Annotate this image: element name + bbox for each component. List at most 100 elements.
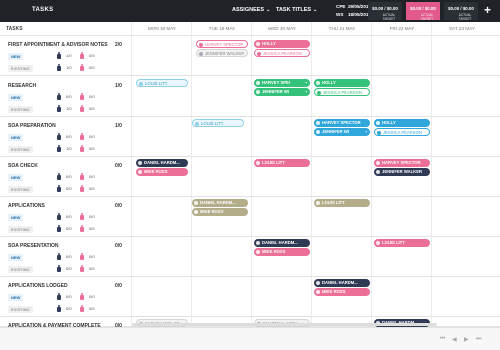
- task-row[interactable]: FIRST APPOINTMENT & ADVISOR NOTES 2/0 NEW 1…: [0, 36, 500, 76]
- task-row-ratio: 2/0: [115, 42, 122, 48]
- assignment-chip-label: HARVEY SPECTOR: [205, 42, 244, 47]
- female-count: 0/0: [89, 186, 95, 191]
- female-icon: [80, 105, 84, 112]
- assignment-chip[interactable]: MIKE ROSS: [192, 208, 248, 216]
- status-dot-icon: [194, 210, 198, 214]
- next-page-icon[interactable]: ▶: [464, 336, 469, 343]
- task-row-ratio: 1/0: [115, 83, 122, 89]
- female-count: 0/0: [89, 214, 95, 219]
- female-count: 0/0: [89, 254, 95, 259]
- last-page-icon[interactable]: ⏭: [476, 336, 481, 343]
- assignment-chip[interactable]: JENNIFER WI ▪: [314, 128, 370, 136]
- assignment-chip[interactable]: DANIEL HARDM...: [192, 199, 248, 207]
- male-icon: [57, 213, 61, 220]
- assignment-chip[interactable]: LOUIS LITT: [136, 79, 188, 87]
- bottom-bar: ⏮ ◀ ▶ ⏭: [0, 327, 500, 350]
- male-count: 0/0: [66, 214, 72, 219]
- assignment-chip-label: HARVEY SPECTOR: [382, 160, 421, 165]
- task-row[interactable]: APPLICATIONS 0/0 NEW 0/0 0/0 EXISTING 0/0 0/0: [0, 197, 500, 237]
- assignment-chip[interactable]: DANIEL HARDM...: [254, 239, 310, 247]
- assignment-chip[interactable]: LOUIS LITT: [314, 199, 370, 207]
- money-summary-2: $0.00 / $0.00 ACTUAL TARGET: [406, 2, 440, 21]
- existing-badge: EXISTING: [8, 186, 33, 193]
- day-label: THU 21 MAY: [328, 26, 356, 31]
- assignment-chip[interactable]: HARVEY SPECTOR: [196, 40, 248, 48]
- lock-icon: ▪: [305, 80, 307, 85]
- female-count: 0/0: [89, 53, 95, 58]
- assignment-chip[interactable]: MIKE ROSS: [136, 168, 188, 176]
- assignment-chip[interactable]: JENNIFER WALKER: [374, 168, 430, 176]
- assignment-chip[interactable]: HOLLY: [254, 40, 310, 48]
- female-icon: [80, 213, 84, 220]
- status-dot-icon: [256, 90, 260, 94]
- female-icon: [80, 52, 84, 59]
- assignment-chip[interactable]: JENNIFER WALKER: [196, 49, 248, 57]
- female-count: 0/0: [89, 174, 95, 179]
- female-icon: [80, 225, 84, 232]
- status-dot-icon: [257, 52, 261, 56]
- female-icon: [80, 64, 84, 71]
- assignment-chip[interactable]: HOLLY: [374, 119, 430, 127]
- female-icon: [80, 265, 84, 272]
- status-dot-icon: [376, 161, 380, 165]
- assignment-chip[interactable]: JESSICA PEARSON: [254, 49, 310, 57]
- add-icon[interactable]: +: [484, 3, 491, 17]
- assignment-chip-label: MIKE ROSS: [144, 169, 168, 174]
- female-icon: [80, 185, 84, 192]
- female-icon: [80, 133, 84, 140]
- assignees-dropdown[interactable]: ASSIGNEES ⌄: [232, 7, 270, 13]
- prev-page-icon[interactable]: ◀: [452, 336, 457, 343]
- status-dot-icon: [194, 201, 198, 205]
- task-row-name: RESEARCH: [8, 83, 37, 89]
- top-bar: TASKS ASSIGNEES ⌄ TASK TITLES ⌄ CPE 29/05/2…: [0, 0, 500, 22]
- task-row[interactable]: RESEARCH 1/0 NEW 0/0 0/0 EXISTING 1/0 0/0: [0, 77, 500, 117]
- lock-icon: ▪: [365, 129, 367, 134]
- assignment-chip[interactable]: JESSICA PEARSON: [314, 88, 370, 96]
- male-icon: [57, 105, 61, 112]
- status-dot-icon: [138, 170, 142, 174]
- male-icon: [57, 145, 61, 152]
- assignment-chip-label: JENNIFER WI: [322, 129, 349, 134]
- assignment-chip[interactable]: HARVEY SPECTOR: [314, 119, 370, 127]
- assignment-chip[interactable]: DANIEL HARDM...: [314, 279, 370, 287]
- assignment-chip[interactable]: LOUIS LITT: [254, 159, 310, 167]
- task-row[interactable]: APPLICATIONS LODGED 0/0 NEW 0/0 0/0 EXISTING 0…: [0, 277, 500, 317]
- assignment-chip[interactable]: DANIEL HARDM...: [136, 159, 188, 167]
- day-label: MON 18 MAY: [148, 26, 176, 31]
- status-dot-icon: [376, 121, 380, 125]
- assignment-chip[interactable]: HARVEY SPECTOR: [374, 159, 430, 167]
- first-page-icon[interactable]: ⏮: [440, 336, 445, 343]
- assignment-chip-label: JENNIFER WI: [262, 89, 289, 94]
- male-count: 0/0: [66, 294, 72, 299]
- assignment-chip[interactable]: LOUIS LITT: [374, 239, 430, 247]
- female-icon: [80, 145, 84, 152]
- assignment-chip[interactable]: LOUIS LITT: [192, 119, 244, 127]
- male-icon: [57, 133, 61, 140]
- assignment-chip-label: DANIEL HARDM...: [322, 280, 358, 285]
- assignment-chip-label: HARVEY SPECTOR: [322, 120, 361, 125]
- assignment-chip[interactable]: MIKE ROSS: [314, 288, 370, 296]
- male-count: 0/0: [66, 306, 72, 311]
- assignment-chip-label: LOUIS LITT: [322, 200, 345, 205]
- new-badge: NEW: [8, 94, 24, 101]
- task-row-name: SOA PREPARATION: [8, 123, 56, 129]
- assignment-chip[interactable]: JENNIFER WI ▪: [254, 88, 310, 96]
- assignment-chip-label: HOLLY: [382, 120, 396, 125]
- date-summary: CPE 29/05/2015 WS 18/05/2015: [336, 4, 371, 17]
- task-titles-dropdown[interactable]: TASK TITLES ⌄: [276, 7, 317, 13]
- assignment-chip-label: JESSICA PEARSON: [263, 51, 302, 56]
- assignment-chip[interactable]: HARVEY SPEI ▪: [254, 79, 310, 87]
- day-label: FRI 22 MAY: [389, 26, 415, 31]
- assignment-chip[interactable]: JESSICA PEARSON: [374, 128, 430, 136]
- assignment-chip-label: JENNIFER WALKER: [382, 169, 423, 174]
- male-count: 1/0: [66, 53, 72, 58]
- money-summary-3: $0.00 / $0.00 ACTUAL TARGET: [444, 2, 478, 21]
- page-title: TASKS: [32, 7, 54, 13]
- assignment-chip[interactable]: MIKE ROSS: [254, 248, 310, 256]
- horizontal-scrollbar[interactable]: [132, 323, 437, 326]
- assignment-chip-label: DANIEL HARDM...: [262, 240, 298, 245]
- assignment-chip[interactable]: HOLLY: [314, 79, 370, 87]
- task-row-ratio: 0/0: [115, 243, 122, 249]
- female-icon: [80, 173, 84, 180]
- new-badge: NEW: [8, 134, 24, 141]
